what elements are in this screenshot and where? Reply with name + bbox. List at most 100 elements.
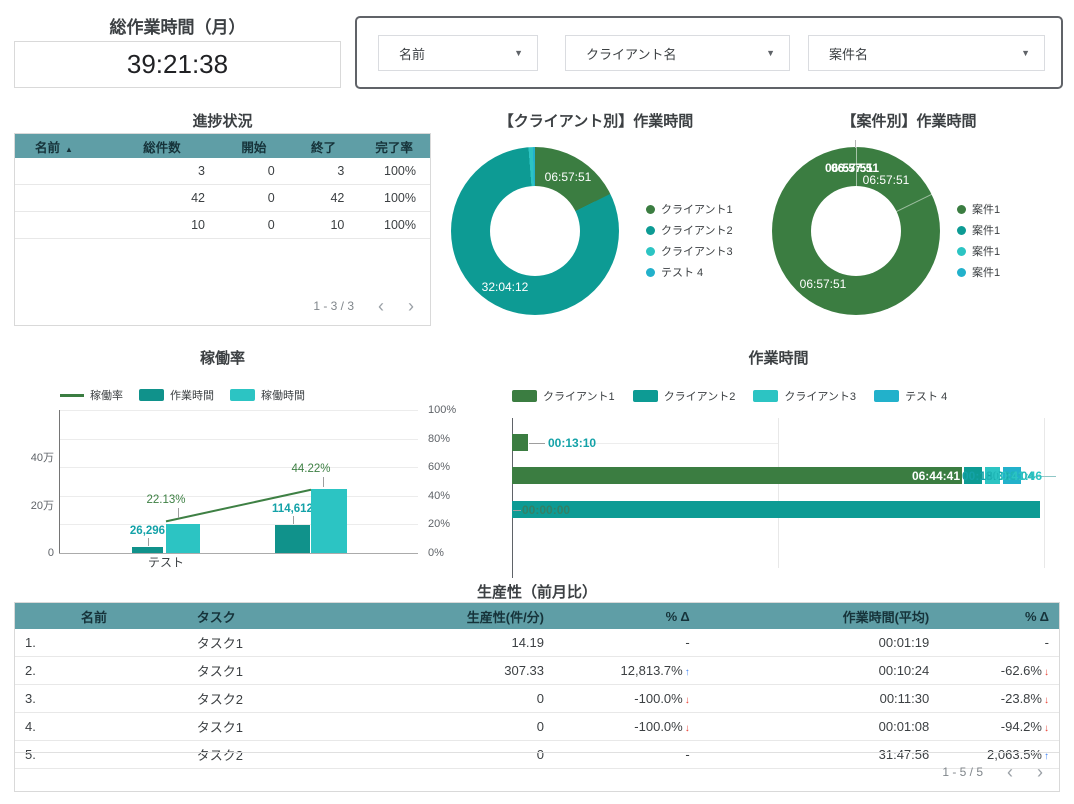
sort-ascending-icon: ▲ (65, 145, 73, 154)
bar-data-label: 00:00:00 (522, 503, 570, 517)
client-donut-legend: クライアント1 クライアント2 クライアント3 テスト 4 (646, 201, 733, 280)
table-cell: 100% (358, 191, 430, 205)
legend-item: クライアント2 (633, 388, 736, 404)
prev-page-button[interactable]: ‹ (378, 297, 384, 315)
table-cell: 42 (289, 191, 359, 205)
delta-value: - (1045, 635, 1049, 650)
line-data-label: 22.13% (146, 494, 185, 506)
legend-swatch-icon (646, 205, 655, 214)
legend-item: テスト 4 (874, 388, 947, 404)
legend-item: クライアント3 (646, 243, 733, 259)
column-header[interactable]: 作業時間(平均) (700, 607, 936, 626)
bar-segment (512, 434, 528, 451)
productivity-table-header: 名前タスク生産性(件/分)% Δ作業時間(平均)% Δ (15, 603, 1059, 629)
scorecard-title: 総作業時間（月） (14, 13, 341, 38)
line-connector-line (178, 508, 179, 518)
table-cell: タスク1 (161, 633, 401, 652)
table-row: 10010100% (15, 212, 430, 239)
down-arrow-icon: ↓ (685, 723, 690, 734)
legend-label: 案件1 (972, 201, 1000, 217)
prev-page-button[interactable]: ‹ (1007, 763, 1013, 781)
bar-segment (512, 501, 1040, 518)
table-row: 4.タスク10-100.0%↓00:01:08-94.2%↓ (15, 713, 1059, 741)
next-page-button[interactable]: › (408, 297, 414, 315)
project-donut-title: 【案件別】作業時間 (764, 110, 1054, 131)
legend-label: 稼働時間 (261, 387, 305, 403)
dropdown-caret-icon: ▼ (514, 48, 523, 58)
legend-item: 案件1 (957, 243, 1000, 259)
gridline (778, 418, 779, 568)
column-header-label: 名前 (35, 141, 60, 155)
table-cell: 12,813.7%↑ (550, 663, 700, 678)
legend-swatch-icon (753, 390, 778, 402)
delta-value: -94.2% (1001, 719, 1042, 734)
delta-value: -23.8% (1001, 691, 1042, 706)
legend-label: テスト 4 (905, 388, 947, 404)
column-header[interactable]: 完了率 (358, 137, 430, 156)
filter-dropdown-project[interactable]: 案件名 ▼ (808, 35, 1045, 71)
column-header-label: 総件数 (143, 141, 181, 155)
gridline (1044, 418, 1045, 568)
filter-dropdown-name[interactable]: 名前 ▼ (378, 35, 538, 71)
scorecard-value-box: 39:21:38 (14, 41, 341, 88)
table-row: 1.タスク114.19-00:01:19- (15, 629, 1059, 657)
table-cell: タスク1 (161, 717, 401, 736)
project-donut-legend: 案件1 案件1 案件1 案件1 (957, 201, 1000, 280)
legend-label: テスト 4 (661, 264, 703, 280)
table-cell: -100.0%↓ (550, 719, 700, 734)
legend-item: 案件1 (957, 222, 1000, 238)
progress-table: 名前▲総件数開始終了完了率 303100%42042100%10010100% … (14, 133, 431, 326)
donut-hole (490, 186, 580, 276)
legend-item: 作業時間 (139, 387, 214, 403)
column-header[interactable]: % Δ (935, 609, 1059, 624)
y-axis-tick-label: 40% (428, 490, 450, 502)
column-header[interactable]: 名前 (51, 607, 161, 626)
column-header-label: 終了 (311, 141, 336, 155)
table-cell: -62.6%↓ (935, 663, 1059, 678)
down-arrow-icon: ↓ (1044, 723, 1049, 734)
bar-data-label: 00:13:10 (548, 436, 596, 450)
table-cell: 4. (15, 719, 51, 734)
table-cell: - (935, 635, 1059, 650)
legend-label: クライアント2 (661, 222, 733, 238)
legend-swatch-icon (633, 390, 658, 402)
table-cell: - (550, 635, 700, 650)
legend-swatch-icon (646, 268, 655, 277)
legend-label: 稼働率 (90, 387, 123, 403)
column-header[interactable]: 総件数 (105, 137, 219, 156)
legend-item: 稼働率 (60, 387, 123, 403)
dropdown-caret-icon: ▼ (1021, 48, 1030, 58)
table-cell: -94.2%↓ (935, 719, 1059, 734)
filter-dropdown-client[interactable]: クライアント名 ▼ (565, 35, 790, 71)
legend-swatch-icon (957, 205, 966, 214)
legend-swatch-icon (957, 247, 966, 256)
donut-slice-label: 06:57:51 (800, 277, 847, 291)
table-cell: 3 (105, 164, 219, 178)
legend-label: 案件1 (972, 264, 1000, 280)
legend-label: クライアント1 (661, 201, 733, 217)
label-connector-line (513, 510, 521, 511)
legend-label: 作業時間 (170, 387, 214, 403)
progress-table-body: 303100%42042100%10010100% (15, 158, 430, 239)
table-cell: 1. (15, 635, 51, 650)
column-header-label: 完了率 (375, 141, 413, 155)
filter-label: 案件名 (829, 44, 868, 63)
delta-value: -62.6% (1001, 663, 1042, 678)
legend-swatch-icon (646, 226, 655, 235)
delta-value: -100.0% (634, 719, 682, 734)
column-header[interactable]: タスク (161, 607, 401, 626)
column-header[interactable]: 開始 (219, 137, 289, 156)
filter-label: クライアント名 (586, 44, 676, 63)
table-cell: -23.8%↓ (935, 691, 1059, 706)
column-header[interactable]: 名前 ▲ (15, 137, 105, 156)
table-cell: タスク2 (161, 689, 401, 708)
legend-label: クライアント3 (661, 243, 733, 259)
progress-title: 進捗状況 (14, 110, 431, 131)
column-header[interactable]: 終了 (289, 137, 359, 156)
dropdown-caret-icon: ▼ (766, 48, 775, 58)
column-header[interactable]: 生産性(件/分) (400, 607, 550, 626)
legend-label: 案件1 (972, 243, 1000, 259)
table-cell: 00:01:08 (700, 719, 936, 734)
next-page-button[interactable]: › (1037, 763, 1043, 781)
column-header[interactable]: % Δ (550, 609, 700, 624)
